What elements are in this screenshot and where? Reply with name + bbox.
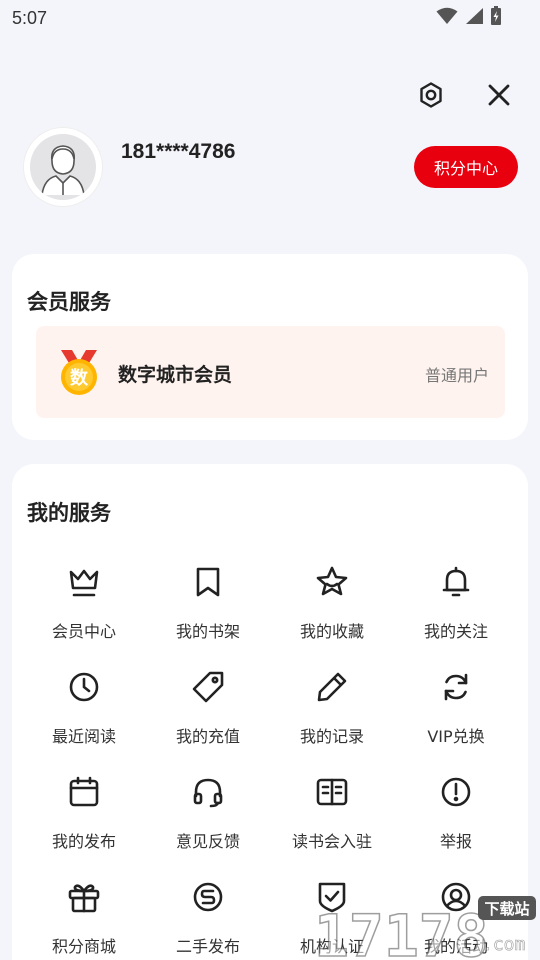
status-bar: 5:07 (0, 0, 540, 36)
gear-icon (420, 82, 442, 108)
service-label: 我的书架 (175, 622, 240, 641)
service-item-my-posts[interactable]: 我的发布 (22, 774, 146, 874)
my-services-card: 我的服务 会员中心 我的书架 我的收藏 我的关注 最近阅读 我的充值 我的记录 … (12, 464, 528, 960)
membership-name: 数字城市会员 (118, 364, 233, 386)
member-service-card: 会员服务 数 数字城市会员 普通用户 (12, 254, 528, 440)
service-item-book-club[interactable]: 读书会入驻 (270, 774, 394, 874)
membership-row[interactable]: 数 数字城市会员 普通用户 (36, 326, 505, 418)
crown-icon (69, 569, 99, 597)
bookmark-icon (196, 567, 220, 597)
calendar-icon (69, 776, 99, 807)
s-badge-icon (193, 882, 223, 912)
signal-icon (466, 8, 483, 24)
bell-icon (442, 566, 470, 597)
service-item-secondhand[interactable]: 二手发布 (146, 879, 270, 960)
avatar-image (30, 134, 96, 200)
service-label: VIP兑换 (427, 727, 485, 746)
pencil-icon (317, 672, 347, 702)
service-label: 我的发布 (51, 832, 116, 851)
service-label: 我的关注 (423, 622, 488, 641)
service-label: 举报 (439, 832, 472, 851)
close-button[interactable] (482, 78, 516, 112)
service-item-recent-reading[interactable]: 最近阅读 (22, 669, 146, 769)
status-icons (436, 6, 502, 26)
headphones-icon (193, 778, 223, 808)
refresh-icon (444, 673, 468, 701)
medal-char: 数 (70, 367, 89, 389)
watermark-suffix: .com (482, 934, 525, 955)
status-time: 5:07 (12, 7, 48, 28)
service-item-bookshelf[interactable]: 我的书架 (146, 564, 270, 664)
medal-icon: 数 (61, 350, 97, 395)
service-label: 最近阅读 (51, 727, 116, 746)
battery-icon (491, 6, 501, 25)
watermark-tag: 下载站 (484, 900, 529, 918)
book-open-icon (316, 778, 348, 806)
service-label: 二手发布 (175, 937, 240, 956)
service-item-records[interactable]: 我的记录 (270, 669, 394, 769)
service-item-member-center[interactable]: 会员中心 (22, 564, 146, 664)
membership-level: 普通用户 (424, 366, 489, 385)
service-label: 积分商城 (51, 937, 116, 956)
my-services-title: 我的服务 (27, 501, 111, 525)
member-service-title: 会员服务 (27, 290, 111, 314)
default-avatar-icon (41, 145, 85, 195)
watermark-text: 17178 (314, 902, 489, 960)
service-label: 会员中心 (51, 622, 116, 641)
alert-icon (441, 777, 471, 807)
service-item-recharge[interactable]: 我的充值 (146, 669, 270, 769)
top-actions (414, 78, 516, 112)
service-item-favorites[interactable]: 我的收藏 (270, 564, 394, 664)
points-center-button[interactable]: 积分中心 (414, 146, 518, 188)
site-watermark: 17178 .com 下载站 (313, 896, 536, 960)
service-label: 我的收藏 (299, 622, 364, 641)
settings-button[interactable] (414, 78, 448, 112)
service-item-report[interactable]: 举报 (394, 774, 518, 874)
clock-icon (69, 672, 99, 702)
wifi-icon (436, 7, 458, 24)
service-item-feedback[interactable]: 意见反馈 (146, 774, 270, 874)
service-item-vip-exchange[interactable]: VIP兑换 (394, 669, 518, 769)
service-label: 我的记录 (299, 727, 364, 746)
tag-icon (192, 671, 224, 703)
avatar[interactable] (24, 128, 102, 206)
star-icon (316, 566, 348, 596)
close-icon (488, 84, 510, 106)
service-label: 我的充值 (175, 727, 240, 746)
user-phone: 181****4786 (121, 140, 236, 163)
profile-header: 181****4786 积分中心 (24, 128, 518, 206)
gift-icon (68, 884, 100, 913)
service-label: 意见反馈 (175, 832, 240, 851)
service-label: 读书会入驻 (291, 832, 372, 851)
service-item-following[interactable]: 我的关注 (394, 564, 518, 664)
service-item-points-mall[interactable]: 积分商城 (22, 879, 146, 960)
